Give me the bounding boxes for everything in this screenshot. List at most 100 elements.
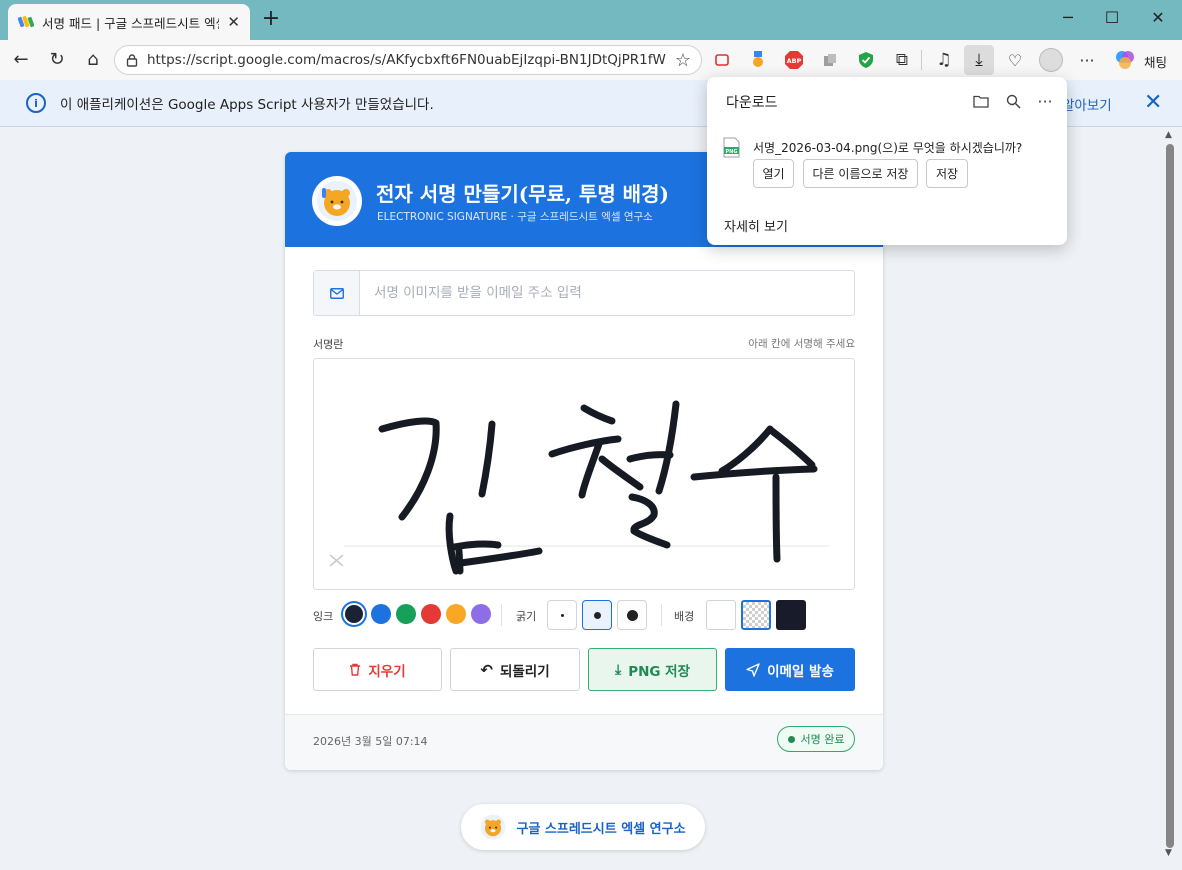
- mail-icon: [314, 271, 360, 315]
- undo-icon: ↶: [480, 660, 493, 679]
- character-logo-icon: [312, 176, 362, 226]
- refresh-icon[interactable]: ↻: [44, 48, 70, 72]
- divider: [661, 604, 662, 626]
- extensions-icon[interactable]: ⧉: [890, 48, 914, 72]
- signature-pad[interactable]: [313, 358, 855, 590]
- send-icon: [746, 662, 760, 677]
- card-subtitle: ELECTRONIC SIGNATURE · 구글 스프레드시트 엑셀 연구소: [377, 211, 653, 223]
- background-picker: [706, 600, 806, 630]
- page-scrollbar[interactable]: ▲ ▼: [1163, 128, 1177, 863]
- character-logo-icon: [481, 814, 506, 840]
- download-panel-title: 다운로드: [726, 95, 778, 111]
- ink-color-swatch[interactable]: [371, 604, 391, 624]
- ink-color-swatch[interactable]: [345, 605, 363, 623]
- card-title: 전자 서명 만들기(무료, 투명 배경): [376, 182, 669, 206]
- undo-button[interactable]: ↶ 되돌리기: [450, 648, 580, 691]
- media-icon[interactable]: ♫: [932, 48, 956, 72]
- save-png-button-label: PNG 저장: [628, 663, 691, 680]
- scrollbar-thumb[interactable]: [1166, 144, 1174, 848]
- new-tab-button[interactable]: +: [258, 8, 284, 32]
- send-email-button[interactable]: 이메일 발송: [725, 648, 855, 691]
- minimize-button[interactable]: ─: [1054, 8, 1082, 32]
- health-icon[interactable]: ♡: [1003, 48, 1027, 72]
- more-options-icon[interactable]: ···: [1035, 91, 1055, 111]
- trash-icon: [350, 663, 361, 676]
- email-input[interactable]: [360, 272, 854, 314]
- ink-color-swatch[interactable]: [446, 604, 466, 624]
- thickness-picker: [547, 600, 647, 630]
- download-arrow-icon: ⤓: [614, 661, 622, 678]
- download-icon[interactable]: ⤓: [964, 45, 994, 75]
- save-button[interactable]: 저장: [926, 159, 968, 188]
- tab-title: 서명 패드 | 구글 스프레드시트 엑셀: [42, 15, 220, 31]
- profile-icon[interactable]: [1039, 48, 1063, 72]
- thickness-medium-button[interactable]: [582, 600, 612, 630]
- info-icon: i: [26, 93, 46, 113]
- puzzle-grey-icon[interactable]: [818, 48, 842, 72]
- footer-link-pill[interactable]: 구글 스프레드시트 엑셀 연구소: [461, 804, 705, 850]
- more-icon[interactable]: ···: [1075, 48, 1099, 72]
- info-message: 이 애플리케이션은 Google Apps Script 사용자가 만들었습니다…: [60, 97, 434, 113]
- download-question: 서명_2026-03-04.png(으)로 무엇을 하시겠습니까?: [753, 141, 1023, 155]
- read-aloud-icon[interactable]: [710, 48, 734, 72]
- maximize-button[interactable]: ☐: [1098, 8, 1126, 32]
- svg-text:PNG: PNG: [726, 149, 738, 155]
- toolbar-divider: [921, 50, 922, 70]
- learn-more-link[interactable]: 알아보기: [1062, 94, 1112, 114]
- bg-transparent-button[interactable]: [741, 600, 771, 630]
- background-label: 배경: [674, 610, 695, 623]
- clear-button[interactable]: 지우기: [313, 648, 442, 691]
- shield-extension-icon[interactable]: [854, 48, 878, 72]
- copilot-icon[interactable]: [1113, 48, 1137, 72]
- clear-button-label: 지우기: [368, 663, 406, 680]
- star-icon[interactable]: ☆: [675, 50, 691, 71]
- open-button[interactable]: 열기: [753, 159, 794, 188]
- view-details-link[interactable]: 자세히 보기: [724, 216, 788, 235]
- home-icon[interactable]: ⌂: [80, 48, 106, 72]
- svg-text:ABP: ABP: [787, 57, 802, 65]
- send-email-button-label: 이메일 발송: [767, 663, 834, 680]
- ink-color-swatch[interactable]: [471, 604, 491, 624]
- thickness-label: 굵기: [516, 610, 537, 623]
- thickness-thin-button[interactable]: [547, 600, 577, 630]
- divider: [501, 604, 502, 626]
- ink-color-swatch[interactable]: [421, 604, 441, 624]
- close-window-button[interactable]: ✕: [1144, 8, 1172, 32]
- chat-label[interactable]: 채팅: [1144, 52, 1167, 71]
- address-bar[interactable]: https://script.google.com/macros/s/AKfyc…: [114, 45, 702, 75]
- timestamp: 2026년 3월 5일 07:14: [313, 735, 428, 748]
- signature-drawing: [329, 400, 829, 575]
- status-dot-icon: [787, 735, 795, 743]
- medal-extension-icon[interactable]: [746, 48, 770, 72]
- scroll-up-icon[interactable]: ▲: [1165, 130, 1172, 140]
- scroll-down-icon[interactable]: ▼: [1165, 848, 1172, 858]
- save-png-button[interactable]: ⤓ PNG 저장: [588, 648, 717, 691]
- footer-link-text[interactable]: 구글 스프레드시트 엑셀 연구소: [516, 818, 685, 837]
- ink-label: 잉크: [313, 610, 334, 623]
- bg-white-button[interactable]: [706, 600, 736, 630]
- adblock-icon[interactable]: ABP: [782, 48, 806, 72]
- close-tab-icon[interactable]: ✕: [227, 13, 240, 31]
- status-text: 서명 완료: [800, 733, 845, 746]
- url-text[interactable]: https://script.google.com/macros/s/AKfyc…: [147, 52, 667, 68]
- back-icon[interactable]: ←: [8, 48, 34, 72]
- email-field[interactable]: [313, 270, 855, 316]
- signature-hint: 아래 칸에 서명해 주세요: [748, 338, 855, 350]
- search-icon[interactable]: [1003, 91, 1023, 111]
- save-as-button[interactable]: 다른 이름으로 저장: [803, 159, 918, 188]
- signature-x-mark-icon: [329, 554, 344, 567]
- browser-tab[interactable]: 서명 패드 | 구글 스프레드시트 엑셀 ✕: [8, 4, 250, 40]
- signature-label: 서명란: [313, 338, 344, 351]
- undo-button-label: 되돌리기: [499, 663, 550, 680]
- ink-color-swatch[interactable]: [396, 604, 416, 624]
- bg-dark-button[interactable]: [776, 600, 806, 630]
- png-file-icon: PNG: [723, 137, 740, 158]
- apps-script-favicon: [18, 15, 34, 28]
- thickness-thick-button[interactable]: [617, 600, 647, 630]
- status-badge: 서명 완료: [777, 726, 855, 752]
- ink-color-picker: [343, 604, 491, 624]
- close-icon[interactable]: ✕: [1144, 90, 1162, 115]
- download-panel: 다운로드 ··· PNG 서명_2026-03-04.png(으)로 무엇을 하…: [707, 77, 1067, 245]
- folder-icon[interactable]: [971, 91, 991, 111]
- lock-icon[interactable]: [125, 53, 139, 67]
